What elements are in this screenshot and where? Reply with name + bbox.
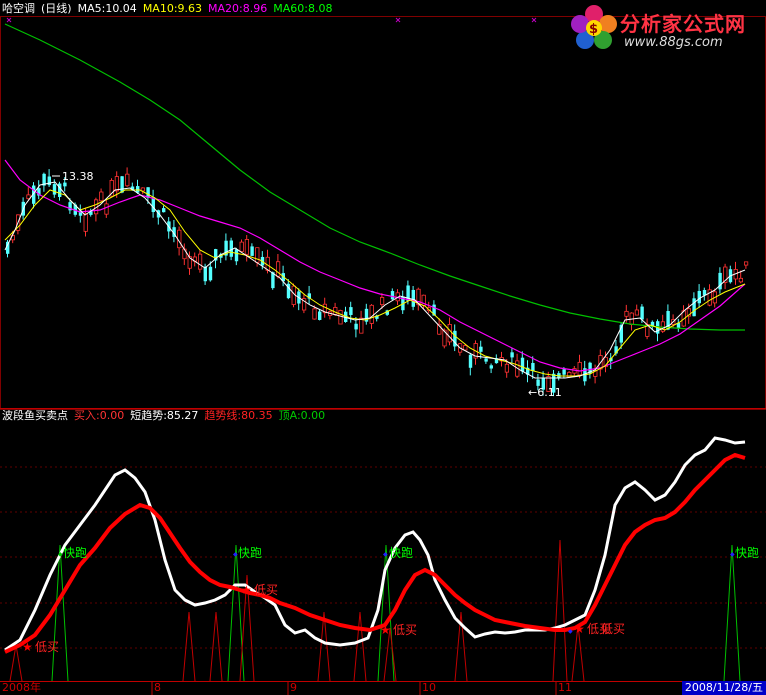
candle-body [318, 311, 322, 320]
candle-body [562, 369, 566, 375]
candle-body [104, 203, 109, 215]
candle-body [479, 346, 483, 352]
x-label-nov: 11 [558, 681, 572, 694]
candle-body [354, 323, 358, 330]
svg-text:★: ★ [22, 640, 33, 654]
svg-text:快跑: 快跑 [389, 546, 413, 560]
candle-body [697, 290, 701, 304]
candle-body [114, 176, 119, 192]
svg-text:★: ★ [380, 623, 391, 637]
candlesticks [6, 167, 749, 397]
logo-brand: 分析家公式网 [620, 12, 746, 36]
svg-text:快跑: 快跑 [735, 546, 759, 560]
candle-body [489, 365, 493, 369]
x-label-year: 2008年 [2, 681, 41, 694]
svg-text:◆: ◆ [568, 628, 573, 635]
candle-body [634, 309, 640, 316]
signal-low-buy-2: ★ 低买 [241, 583, 278, 597]
candle-body [63, 182, 67, 187]
candle-body [203, 266, 207, 282]
svg-text:$: $ [589, 22, 598, 37]
x-label-oct: 10 [422, 681, 436, 694]
candle-body [624, 310, 629, 317]
candle-body [379, 297, 385, 305]
candle-body [484, 358, 488, 362]
candle-body [83, 213, 88, 232]
svg-text:低买: 低买 [254, 583, 278, 597]
candle-body [369, 304, 374, 324]
candle-body [504, 363, 510, 373]
candle-body [692, 298, 696, 317]
candle-body [447, 324, 452, 343]
x-label-aug: 8 [154, 681, 161, 694]
stock-chart[interactable]: 13.38 ←6.11 ◆ 快跑 ◆ 快跑 ◆ 快跑 ◆ 快跑 ★ 低买 ★ 低… [0, 0, 766, 695]
svg-text:◆: ◆ [383, 551, 388, 558]
candle-body [312, 308, 317, 320]
candle-body [52, 184, 57, 195]
signal-fast-run-3: ◆ 快跑 [383, 546, 413, 560]
candle-body [531, 362, 535, 372]
svg-text:低买: 低买 [601, 622, 625, 636]
signal-fast-run-1: ◆ 快跑 [58, 546, 87, 560]
ma5-line [4, 181, 746, 379]
svg-text:低买: 低买 [393, 623, 417, 637]
short-trend-line [4, 436, 746, 652]
candle-body [463, 345, 468, 351]
top-markers [6, 17, 537, 23]
candle-body [255, 247, 260, 263]
signal-low-buy-3: ★ 低买 [380, 623, 417, 637]
candle-body [640, 306, 644, 320]
svg-text:快跑: 快跑 [63, 546, 87, 560]
candle-body [744, 261, 749, 266]
candle-body [125, 173, 130, 187]
candle-body [577, 361, 582, 376]
candle-body [390, 291, 395, 300]
flower-logo-icon: $ [571, 5, 617, 49]
candle-body [234, 249, 239, 262]
svg-text:快跑: 快跑 [238, 546, 262, 560]
candle-body [536, 379, 540, 386]
signal-fast-run-4: ◆ 快跑 [730, 546, 759, 560]
candle-body [99, 191, 104, 202]
candle-body [520, 357, 525, 372]
ma10-line [4, 189, 746, 377]
signal-low-buy-4: ◆ ★ 低买 低买 [568, 622, 625, 636]
candle-body [411, 289, 415, 307]
candle-body [197, 253, 203, 270]
candle-body [208, 266, 213, 281]
candle-body [239, 241, 244, 252]
logo-url: www.88gs.com [624, 35, 723, 50]
candle-body [120, 176, 124, 193]
signal-fast-run-2: ◆ 快跑 [233, 546, 262, 560]
signal-low-buy-1: ★ 低买 [22, 640, 59, 654]
candle-body [338, 310, 343, 325]
site-logo: $ 分析家公式网 www.88gs.com [566, 2, 762, 56]
svg-text:★: ★ [574, 622, 585, 636]
candle-body [510, 352, 514, 358]
candle-body [250, 246, 254, 256]
fast-run-spikes [51, 544, 741, 682]
candle-body [468, 354, 473, 368]
candle-body [244, 239, 249, 255]
high-price-label: 13.38 [62, 170, 94, 183]
candle-body [275, 261, 281, 277]
candle-body [151, 197, 155, 213]
svg-text:★: ★ [241, 583, 252, 597]
current-date-box: 2008/11/28/五 [681, 681, 766, 695]
candle-body [738, 277, 744, 283]
candle-body [162, 208, 166, 213]
candle-body [349, 307, 353, 315]
candle-body [333, 307, 338, 315]
candle-body [359, 317, 364, 334]
svg-text:低买: 低买 [35, 640, 59, 654]
ma20-line [4, 159, 746, 372]
x-label-sep: 9 [290, 681, 297, 694]
price-panel-border [0, 16, 766, 410]
low-price-label: ←6.11 [528, 386, 562, 399]
